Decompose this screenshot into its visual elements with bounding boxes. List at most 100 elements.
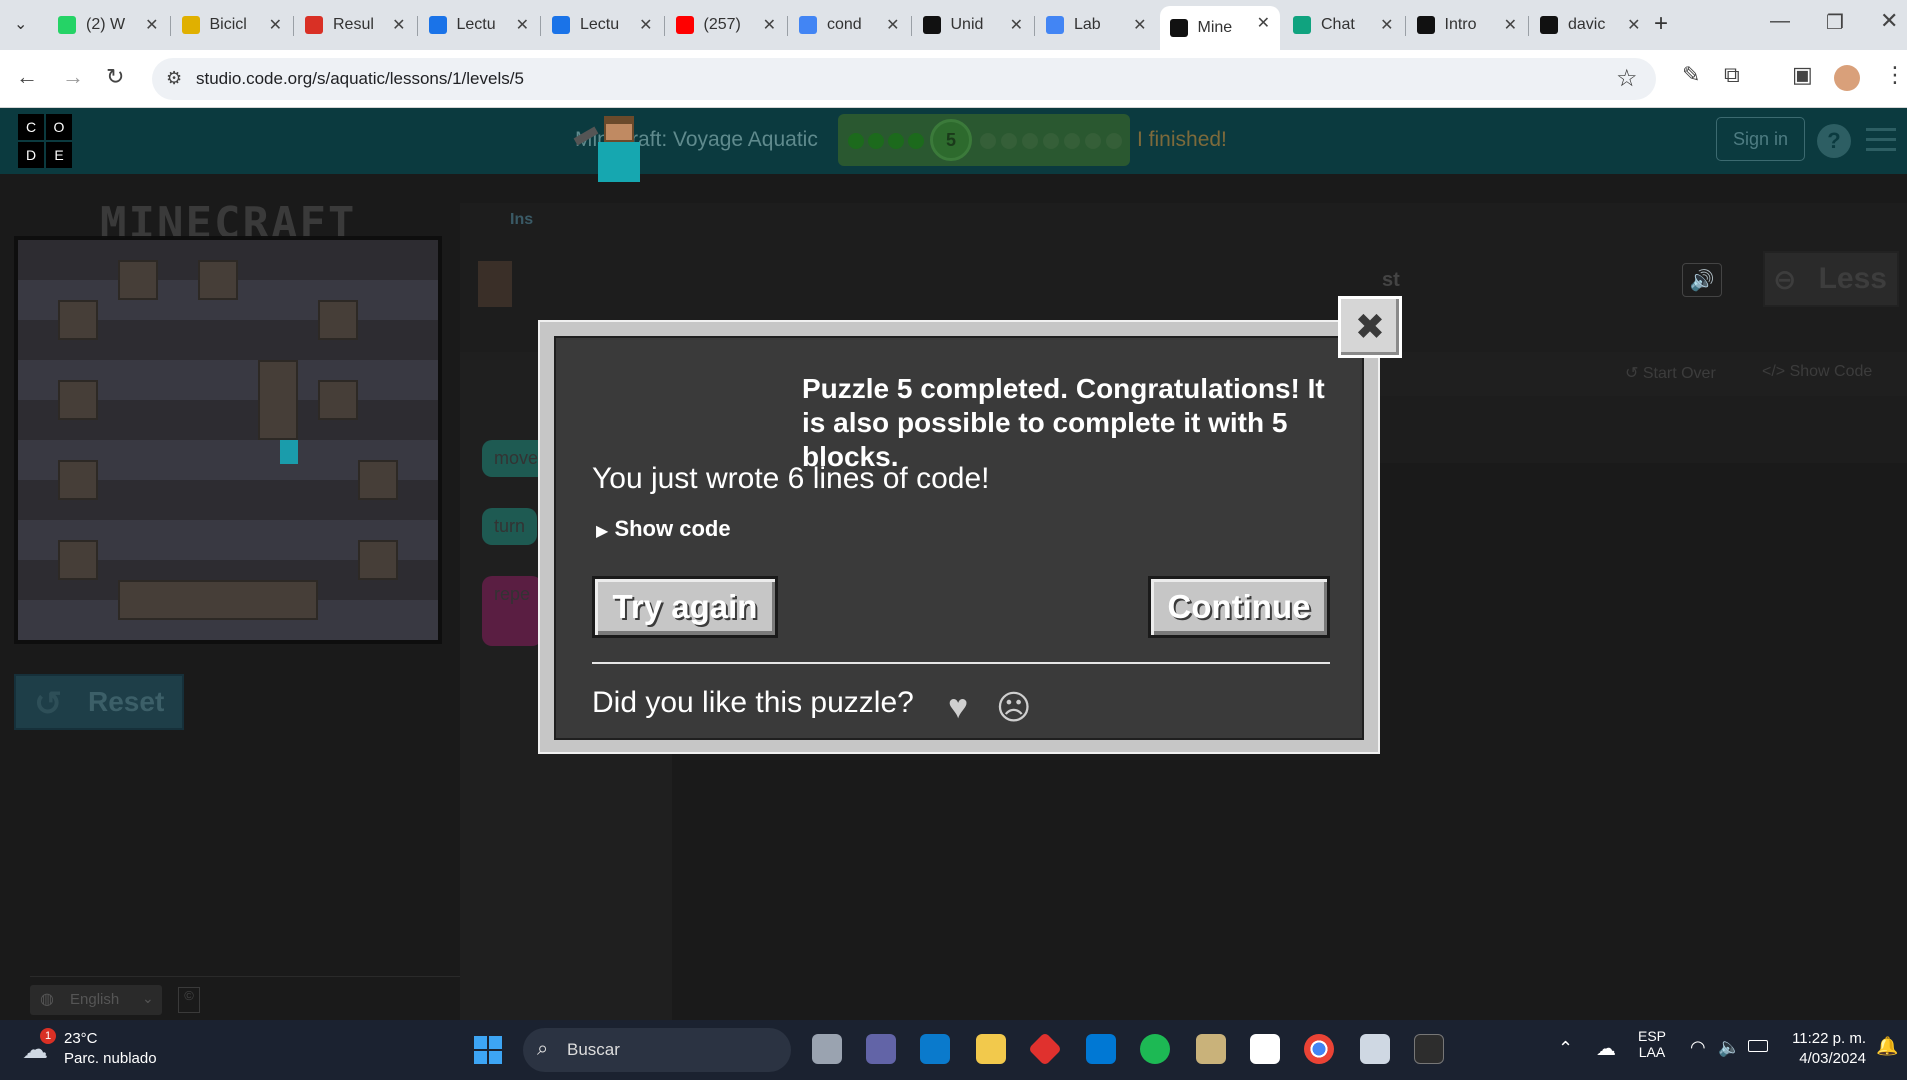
heart-icon[interactable]: ♥ [948,688,968,727]
code-org-logo[interactable]: C O D E [18,114,72,168]
tab-close-icon[interactable]: ✕ [145,15,158,35]
tab-close-icon[interactable]: ✕ [763,15,776,35]
show-hidden-icons-icon[interactable]: ⌃ [1558,1038,1573,1059]
address-bar[interactable]: ⚙ studio.code.org/s/aquatic/lessons/1/le… [152,58,1656,100]
spotify-icon[interactable] [1140,1034,1170,1064]
browser-tab[interactable]: (257) ✕ [666,8,787,42]
browser-tab[interactable]: Lectu ✕ [419,8,540,42]
game-board[interactable] [14,236,442,644]
audio-icon[interactable]: 🔊 [1682,263,1722,297]
microsoft-store-icon[interactable] [1086,1034,1116,1064]
continue-button[interactable]: Continue [1148,576,1330,638]
windows-start-icon[interactable] [474,1036,502,1064]
reload-icon[interactable]: ↻ [106,64,124,90]
back-icon[interactable]: ← [16,64,38,90]
bookmark-star-icon[interactable]: ☆ [1616,64,1638,93]
close-dialog-icon[interactable]: ✖ [1338,296,1402,358]
browser-tab[interactable]: Bicicl ✕ [172,8,293,42]
tab-close-icon[interactable]: ✕ [1257,13,1270,33]
side-panel-icon[interactable]: ▣ [1792,62,1813,88]
reset-button[interactable]: ↺ Reset [14,674,184,730]
browser-tab[interactable]: Lectu ✕ [542,8,663,42]
tab-close-icon[interactable]: ✕ [516,15,529,35]
browser-tab[interactable]: (2) W ✕ [48,8,169,42]
try-again-button[interactable]: Try again [592,576,778,638]
progress-current-level[interactable]: 5 [930,119,972,161]
profile-avatar[interactable] [1834,65,1860,91]
tab-close-icon[interactable]: ✕ [639,15,652,35]
progress-dot-done[interactable] [908,133,924,149]
task-view-icon[interactable] [812,1034,842,1064]
language-select[interactable]: ◍ English ⌄ [30,985,162,1015]
tab-close-icon[interactable]: ✕ [1010,15,1023,35]
finished-link[interactable]: I finished! [1137,128,1227,152]
teams-icon[interactable] [866,1034,896,1064]
chrome-icon[interactable] [1304,1034,1334,1064]
show-code-button[interactable]: </> Show Code [1762,363,1872,381]
close-window-button[interactable]: ✕ [1880,8,1898,34]
input-language[interactable]: ESP LAA [1638,1028,1666,1060]
frown-icon[interactable]: ☹ [996,688,1031,728]
vscode-icon[interactable] [920,1034,950,1064]
tab-close-icon[interactable]: ✕ [1380,15,1393,35]
browser-tab[interactable]: Mine ✕ [1159,6,1280,50]
help-icon[interactable]: ? [1817,124,1851,158]
git-app-icon[interactable] [1028,1032,1062,1066]
progress-dot-done[interactable] [868,133,884,149]
browser-tab[interactable]: Chat ✕ [1283,8,1404,42]
browser-tab[interactable]: Lab ✕ [1036,8,1157,42]
site-info-icon[interactable]: ⚙ [166,68,182,89]
app-icon[interactable] [1196,1034,1226,1064]
browser-tab[interactable]: Unid ✕ [913,8,1034,42]
battery-icon[interactable] [1748,1040,1768,1052]
forward-icon[interactable]: → [62,64,84,90]
browser-tab[interactable]: Resul ✕ [295,8,416,42]
tab-close-icon[interactable]: ✕ [1504,15,1517,35]
extensions-puzzle-icon[interactable]: ⧉ [1724,62,1740,88]
tab-close-icon[interactable]: ✕ [1627,15,1640,35]
snipping-tool-icon[interactable] [1360,1034,1390,1064]
minimize-window-button[interactable]: — [1770,10,1790,33]
file-explorer-icon[interactable] [976,1034,1006,1064]
show-code-toggle[interactable]: ▶ Show code [596,516,731,542]
tab-close-icon[interactable]: ✕ [269,15,282,35]
terminal-icon[interactable] [1414,1034,1444,1064]
tab-close-icon[interactable]: ✕ [392,15,405,35]
progress-dot-done[interactable] [848,133,864,149]
progress-dot[interactable] [980,133,996,149]
wifi-icon[interactable]: ◠ [1690,1037,1706,1058]
progress-dot-done[interactable] [888,133,904,149]
taskbar-search[interactable]: ⌕ Buscar [523,1028,791,1072]
url-text[interactable]: studio.code.org/s/aquatic/lessons/1/leve… [196,69,524,89]
notifications-icon[interactable]: 🔔 [1876,1036,1898,1057]
browser-tab[interactable]: cond ✕ [789,8,910,42]
tab-close-icon[interactable]: ✕ [886,15,899,35]
browser-tab[interactable]: Intro ✕ [1407,8,1528,42]
hamburger-menu-icon[interactable] [1866,128,1896,152]
repeat-block[interactable]: repe [482,576,543,646]
progress-dot[interactable] [1106,133,1122,149]
extension-icon[interactable]: ✎ [1682,62,1700,88]
notion-icon [922,16,941,34]
restore-window-button[interactable]: ❐ [1826,10,1844,35]
browser-menu-icon[interactable]: ⋮ [1884,62,1906,88]
tab-search-dropdown-icon[interactable]: ⌄ [14,14,27,34]
onedrive-icon[interactable]: ☁ [1596,1036,1616,1061]
turn-block[interactable]: turn [482,508,538,545]
sign-in-button[interactable]: Sign in [1716,117,1805,161]
start-over-button[interactable]: ↺ Start Over [1625,363,1716,383]
tab-close-icon[interactable]: ✕ [1133,15,1146,35]
progress-dot[interactable] [1064,133,1080,149]
progress-dot[interactable] [1022,133,1038,149]
volume-icon[interactable]: 🔈 [1718,1037,1740,1058]
system-clock[interactable]: 11:22 p. m. 4/03/2024 [1786,1030,1866,1067]
tab-instructions[interactable]: Ins [510,211,533,229]
progress-dot[interactable] [1043,133,1059,149]
browser-tab[interactable]: davic ✕ [1530,8,1651,42]
new-tab-button[interactable]: + [1654,10,1668,38]
copyright-icon[interactable]: © [178,987,200,1013]
progress-dot[interactable] [1085,133,1101,149]
progress-dot[interactable] [1001,133,1017,149]
less-button[interactable]: ⊖ Less [1763,251,1899,307]
notion-icon[interactable] [1250,1034,1280,1064]
